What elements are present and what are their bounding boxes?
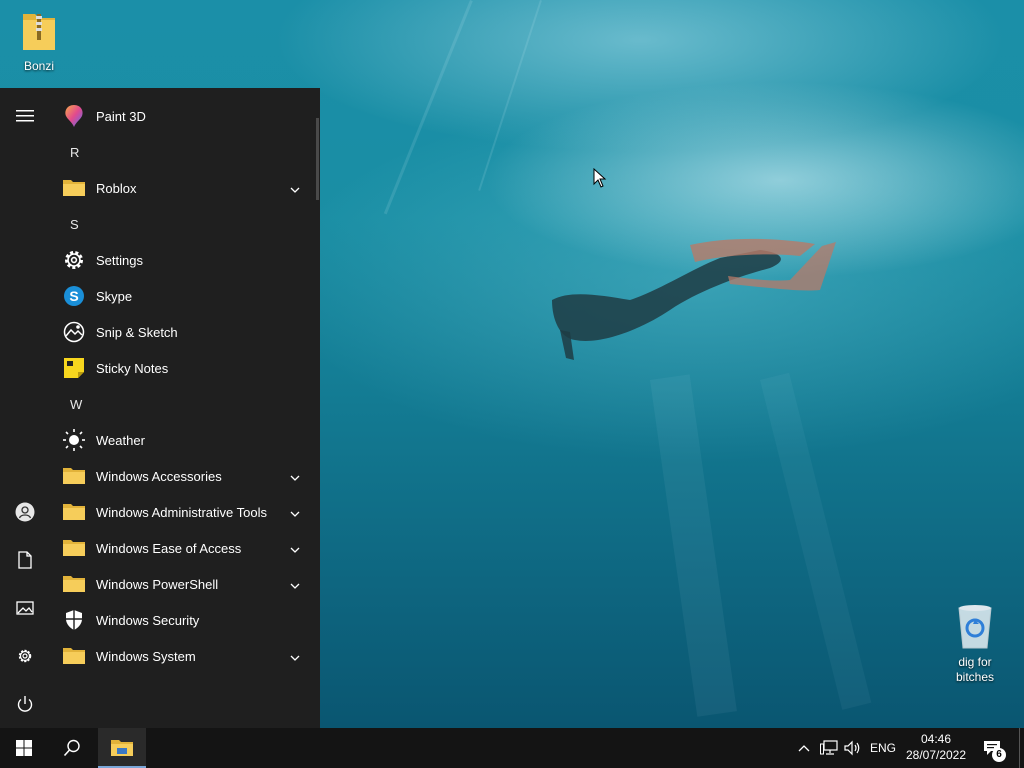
recycle-bin-icon bbox=[958, 605, 992, 649]
app-label: Sticky Notes bbox=[96, 360, 169, 376]
documents-button[interactable] bbox=[0, 540, 50, 580]
power-button[interactable] bbox=[0, 684, 50, 724]
clock-date: 28/07/2022 bbox=[905, 748, 967, 762]
section-letter-header[interactable]: W bbox=[50, 386, 316, 422]
start-app-windows-ease-of-access[interactable]: Windows Ease of Access bbox=[50, 530, 316, 566]
start-menu: Paint 3D R Roblox S Settings S Skype Snip & Ske… bbox=[0, 88, 320, 728]
chevron-down-icon[interactable] bbox=[290, 578, 300, 593]
start-app-windows-security[interactable]: Windows Security bbox=[50, 602, 316, 638]
input-language-indicator[interactable]: ENG bbox=[870, 741, 896, 755]
start-app-settings[interactable]: Settings bbox=[50, 242, 316, 278]
app-label: Windows Accessories bbox=[96, 468, 222, 484]
search-icon bbox=[63, 739, 80, 757]
notification-count-badge: 6 bbox=[992, 748, 1006, 762]
app-list-scrollbar[interactable] bbox=[316, 118, 319, 200]
start-app-roblox[interactable]: Roblox bbox=[50, 170, 316, 206]
app-label: Windows PowerShell bbox=[96, 576, 219, 592]
start-app-windows-administrative-tools[interactable]: Windows Administrative Tools bbox=[50, 494, 316, 530]
clock-time: 04:46 bbox=[920, 732, 952, 746]
user-account-button[interactable] bbox=[0, 492, 50, 532]
windows-logo-icon bbox=[16, 740, 32, 756]
app-label: Skype bbox=[96, 288, 133, 304]
folder-icon bbox=[62, 500, 86, 524]
desktop-icon-label: dig for bitches bbox=[955, 655, 995, 684]
folder-icon bbox=[62, 464, 86, 488]
user-account-icon bbox=[15, 502, 35, 522]
pictures-icon bbox=[16, 601, 34, 615]
network-button[interactable] bbox=[818, 728, 840, 768]
start-app-paint-3d[interactable]: Paint 3D bbox=[50, 98, 316, 134]
section-letter-header[interactable]: R bbox=[50, 134, 316, 170]
desktop-icon-bonzi[interactable]: Bonzi bbox=[4, 6, 74, 74]
chevron-up-icon bbox=[798, 745, 810, 752]
start-app-windows-powershell[interactable]: Windows PowerShell bbox=[50, 566, 316, 602]
file-explorer-taskbar-button[interactable] bbox=[98, 728, 146, 768]
start-app-windows-system[interactable]: Windows System bbox=[50, 638, 316, 674]
settings-gear-icon bbox=[18, 649, 32, 663]
weather-sun-icon bbox=[62, 428, 86, 452]
app-label: Windows Security bbox=[96, 612, 200, 628]
pictures-button[interactable] bbox=[0, 588, 50, 628]
volume-button[interactable] bbox=[842, 728, 864, 768]
show-desktop-button[interactable] bbox=[1019, 728, 1024, 768]
power-icon bbox=[17, 696, 33, 712]
start-app-skype[interactable]: S Skype bbox=[50, 278, 316, 314]
folder-icon bbox=[62, 572, 86, 596]
chevron-down-icon[interactable] bbox=[290, 542, 300, 557]
folder-icon bbox=[62, 536, 86, 560]
chevron-down-icon[interactable] bbox=[290, 470, 300, 485]
speaker-volume-icon bbox=[844, 740, 860, 756]
start-menu-rail bbox=[0, 88, 50, 728]
skype-icon: S bbox=[62, 284, 86, 308]
desktop-icon-label: Bonzi bbox=[23, 59, 55, 73]
section-letter-header[interactable]: S bbox=[50, 206, 316, 242]
taskbar: ENG 04:46 28/07/2022 6 bbox=[0, 728, 1024, 768]
app-label: Roblox bbox=[96, 180, 137, 196]
file-explorer-icon bbox=[111, 740, 133, 756]
shield-icon bbox=[62, 608, 86, 632]
svg-text:S: S bbox=[69, 288, 78, 304]
chevron-down-icon[interactable] bbox=[290, 650, 300, 665]
zip-folder-icon bbox=[23, 14, 55, 50]
start-button[interactable] bbox=[0, 728, 48, 768]
sticky-notes-icon bbox=[62, 356, 86, 380]
snip-sketch-icon bbox=[62, 320, 86, 344]
expand-button[interactable] bbox=[0, 96, 50, 136]
app-label: Windows Administrative Tools bbox=[96, 504, 267, 520]
hamburger-menu-icon bbox=[16, 110, 34, 122]
clock[interactable]: 04:46 28/07/2022 bbox=[900, 731, 972, 763]
folder-icon bbox=[62, 176, 86, 200]
settings-button[interactable] bbox=[0, 636, 50, 676]
app-list: Paint 3D R Roblox S Settings S Skype Snip & Ske… bbox=[50, 98, 316, 674]
app-label: Snip & Sketch bbox=[96, 324, 178, 340]
show-hidden-icons-button[interactable] bbox=[794, 728, 814, 768]
chevron-down-icon[interactable] bbox=[290, 182, 300, 197]
mouse-cursor-icon bbox=[593, 168, 607, 188]
desktop-icon-recycle-bin[interactable]: dig for bitches bbox=[940, 602, 1010, 685]
paint-3d-icon bbox=[62, 104, 86, 128]
start-app-weather[interactable]: Weather bbox=[50, 422, 316, 458]
app-label: Windows System bbox=[96, 648, 196, 664]
app-label: Weather bbox=[96, 432, 145, 448]
start-app-windows-accessories[interactable]: Windows Accessories bbox=[50, 458, 316, 494]
start-app-snip-sketch[interactable]: Snip & Sketch bbox=[50, 314, 316, 350]
app-label: Settings bbox=[96, 252, 143, 268]
folder-icon bbox=[62, 644, 86, 668]
start-app-sticky-notes[interactable]: Sticky Notes bbox=[50, 350, 316, 386]
chevron-down-icon[interactable] bbox=[290, 506, 300, 521]
app-label: Windows Ease of Access bbox=[96, 540, 242, 556]
gear-icon bbox=[62, 248, 86, 272]
search-button[interactable] bbox=[48, 728, 96, 768]
app-label: Paint 3D bbox=[96, 108, 146, 124]
documents-icon bbox=[18, 551, 32, 569]
network-icon bbox=[820, 740, 838, 755]
